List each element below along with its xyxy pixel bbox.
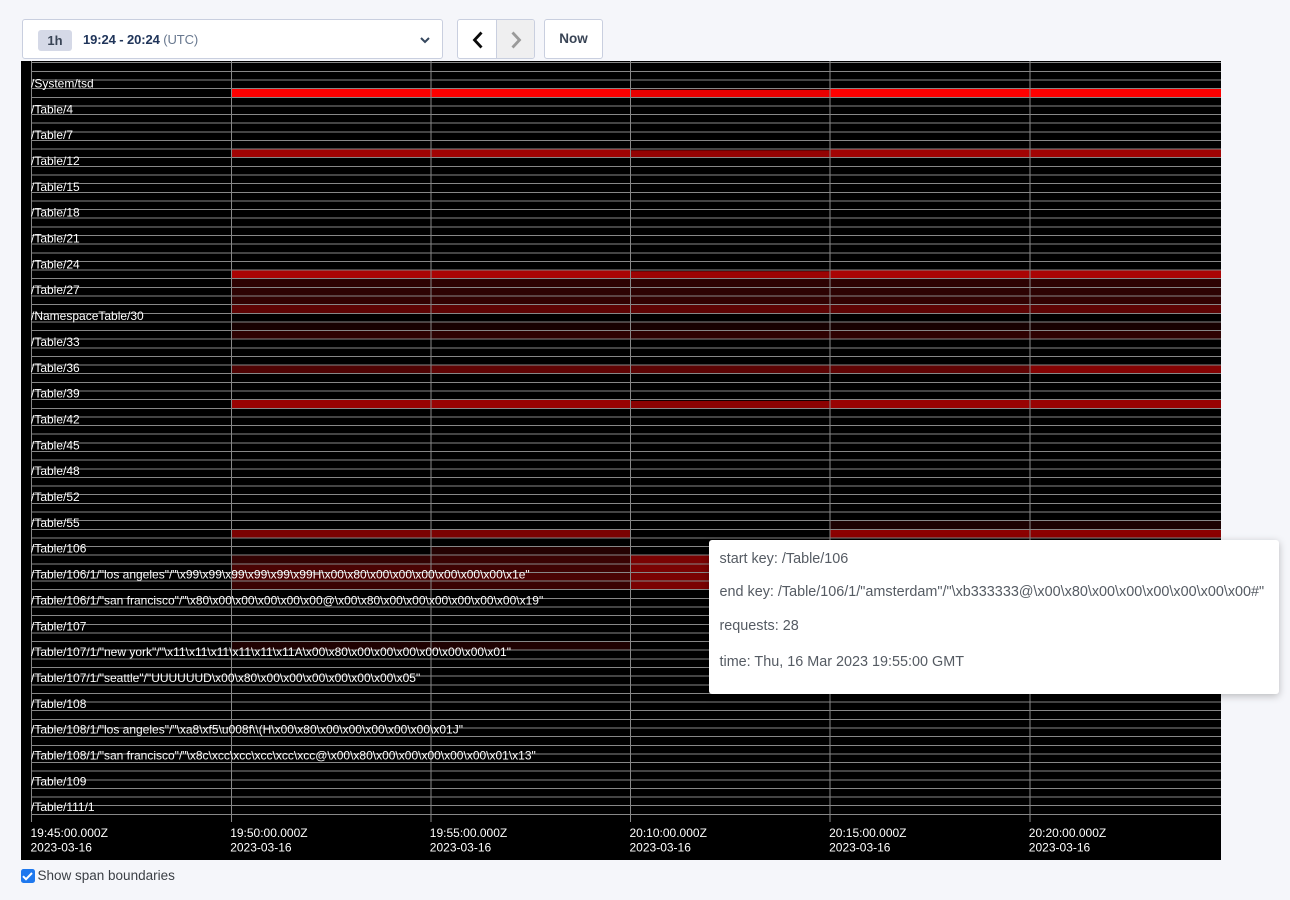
svg-text:/Table/106: /Table/106	[31, 541, 87, 555]
svg-text:/System/tsd: /System/tsd	[31, 76, 94, 90]
svg-text:/Table/107/1/"seattle"/"UUUUUU: /Table/107/1/"seattle"/"UUUUUUD\x00\x80\…	[31, 670, 420, 684]
svg-text:19:50:00.000Z: 19:50:00.000Z	[230, 825, 307, 839]
svg-text:/Table/7: /Table/7	[31, 128, 73, 142]
svg-text:/Table/52: /Table/52	[31, 490, 80, 504]
svg-text:/Table/106/1/"san francisco"/": /Table/106/1/"san francisco"/"\x80\x00\x…	[31, 593, 543, 607]
svg-text:/Table/111/1: /Table/111/1	[31, 800, 95, 814]
svg-text:/Table/107/1/"new york"/"\x11\: /Table/107/1/"new york"/"\x11\x11\x11\x1…	[31, 645, 511, 659]
svg-text:/Table/24: /Table/24	[31, 257, 80, 271]
svg-text:2023-03-16: 2023-03-16	[630, 840, 692, 854]
svg-text:/Table/109: /Table/109	[31, 774, 87, 788]
svg-text:19:55:00.000Z: 19:55:00.000Z	[430, 825, 507, 839]
svg-text:20:10:00.000Z: 20:10:00.000Z	[630, 825, 707, 839]
svg-text:20:20:00.000Z: 20:20:00.000Z	[1029, 825, 1106, 839]
svg-text:2023-03-16: 2023-03-16	[31, 840, 93, 854]
svg-text:/Table/42: /Table/42	[31, 412, 80, 426]
svg-text:/Table/55: /Table/55	[31, 515, 80, 529]
svg-text:/Table/36: /Table/36	[31, 360, 80, 374]
svg-text:/Table/45: /Table/45	[31, 438, 80, 452]
svg-text:2023-03-16: 2023-03-16	[430, 840, 492, 854]
svg-text:/Table/12: /Table/12	[31, 153, 80, 167]
svg-text:/NamespaceTable/30: /NamespaceTable/30	[31, 309, 144, 323]
svg-text:/Table/18: /Table/18	[31, 205, 80, 219]
svg-text:/Table/33: /Table/33	[31, 334, 80, 348]
svg-text:/Table/107: /Table/107	[31, 619, 87, 633]
svg-text:/Table/108/1/"los angeles"/"\x: /Table/108/1/"los angeles"/"\xa8\xf5\u00…	[31, 722, 463, 736]
svg-text:/Table/108/1/"san francisco"/": /Table/108/1/"san francisco"/"\x8c\xcc\x…	[31, 748, 536, 762]
svg-text:/Table/15: /Table/15	[31, 179, 80, 193]
svg-text:2023-03-16: 2023-03-16	[230, 840, 292, 854]
svg-text:2023-03-16: 2023-03-16	[1029, 840, 1091, 854]
svg-text:20:15:00.000Z: 20:15:00.000Z	[829, 825, 906, 839]
svg-text:/Table/106/1/"los angeles"/"\x: /Table/106/1/"los angeles"/"\x99\x99\x99…	[31, 567, 530, 581]
svg-text:/Table/4: /Table/4	[31, 102, 73, 116]
svg-text:/Table/108: /Table/108	[31, 696, 87, 710]
svg-text:/Table/27: /Table/27	[31, 283, 80, 297]
svg-text:/Table/48: /Table/48	[31, 464, 80, 478]
svg-text:/Table/21: /Table/21	[31, 231, 80, 245]
svg-text:2023-03-16: 2023-03-16	[829, 840, 891, 854]
svg-text:19:45:00.000Z: 19:45:00.000Z	[31, 825, 108, 839]
svg-text:/Table/39: /Table/39	[31, 386, 80, 400]
